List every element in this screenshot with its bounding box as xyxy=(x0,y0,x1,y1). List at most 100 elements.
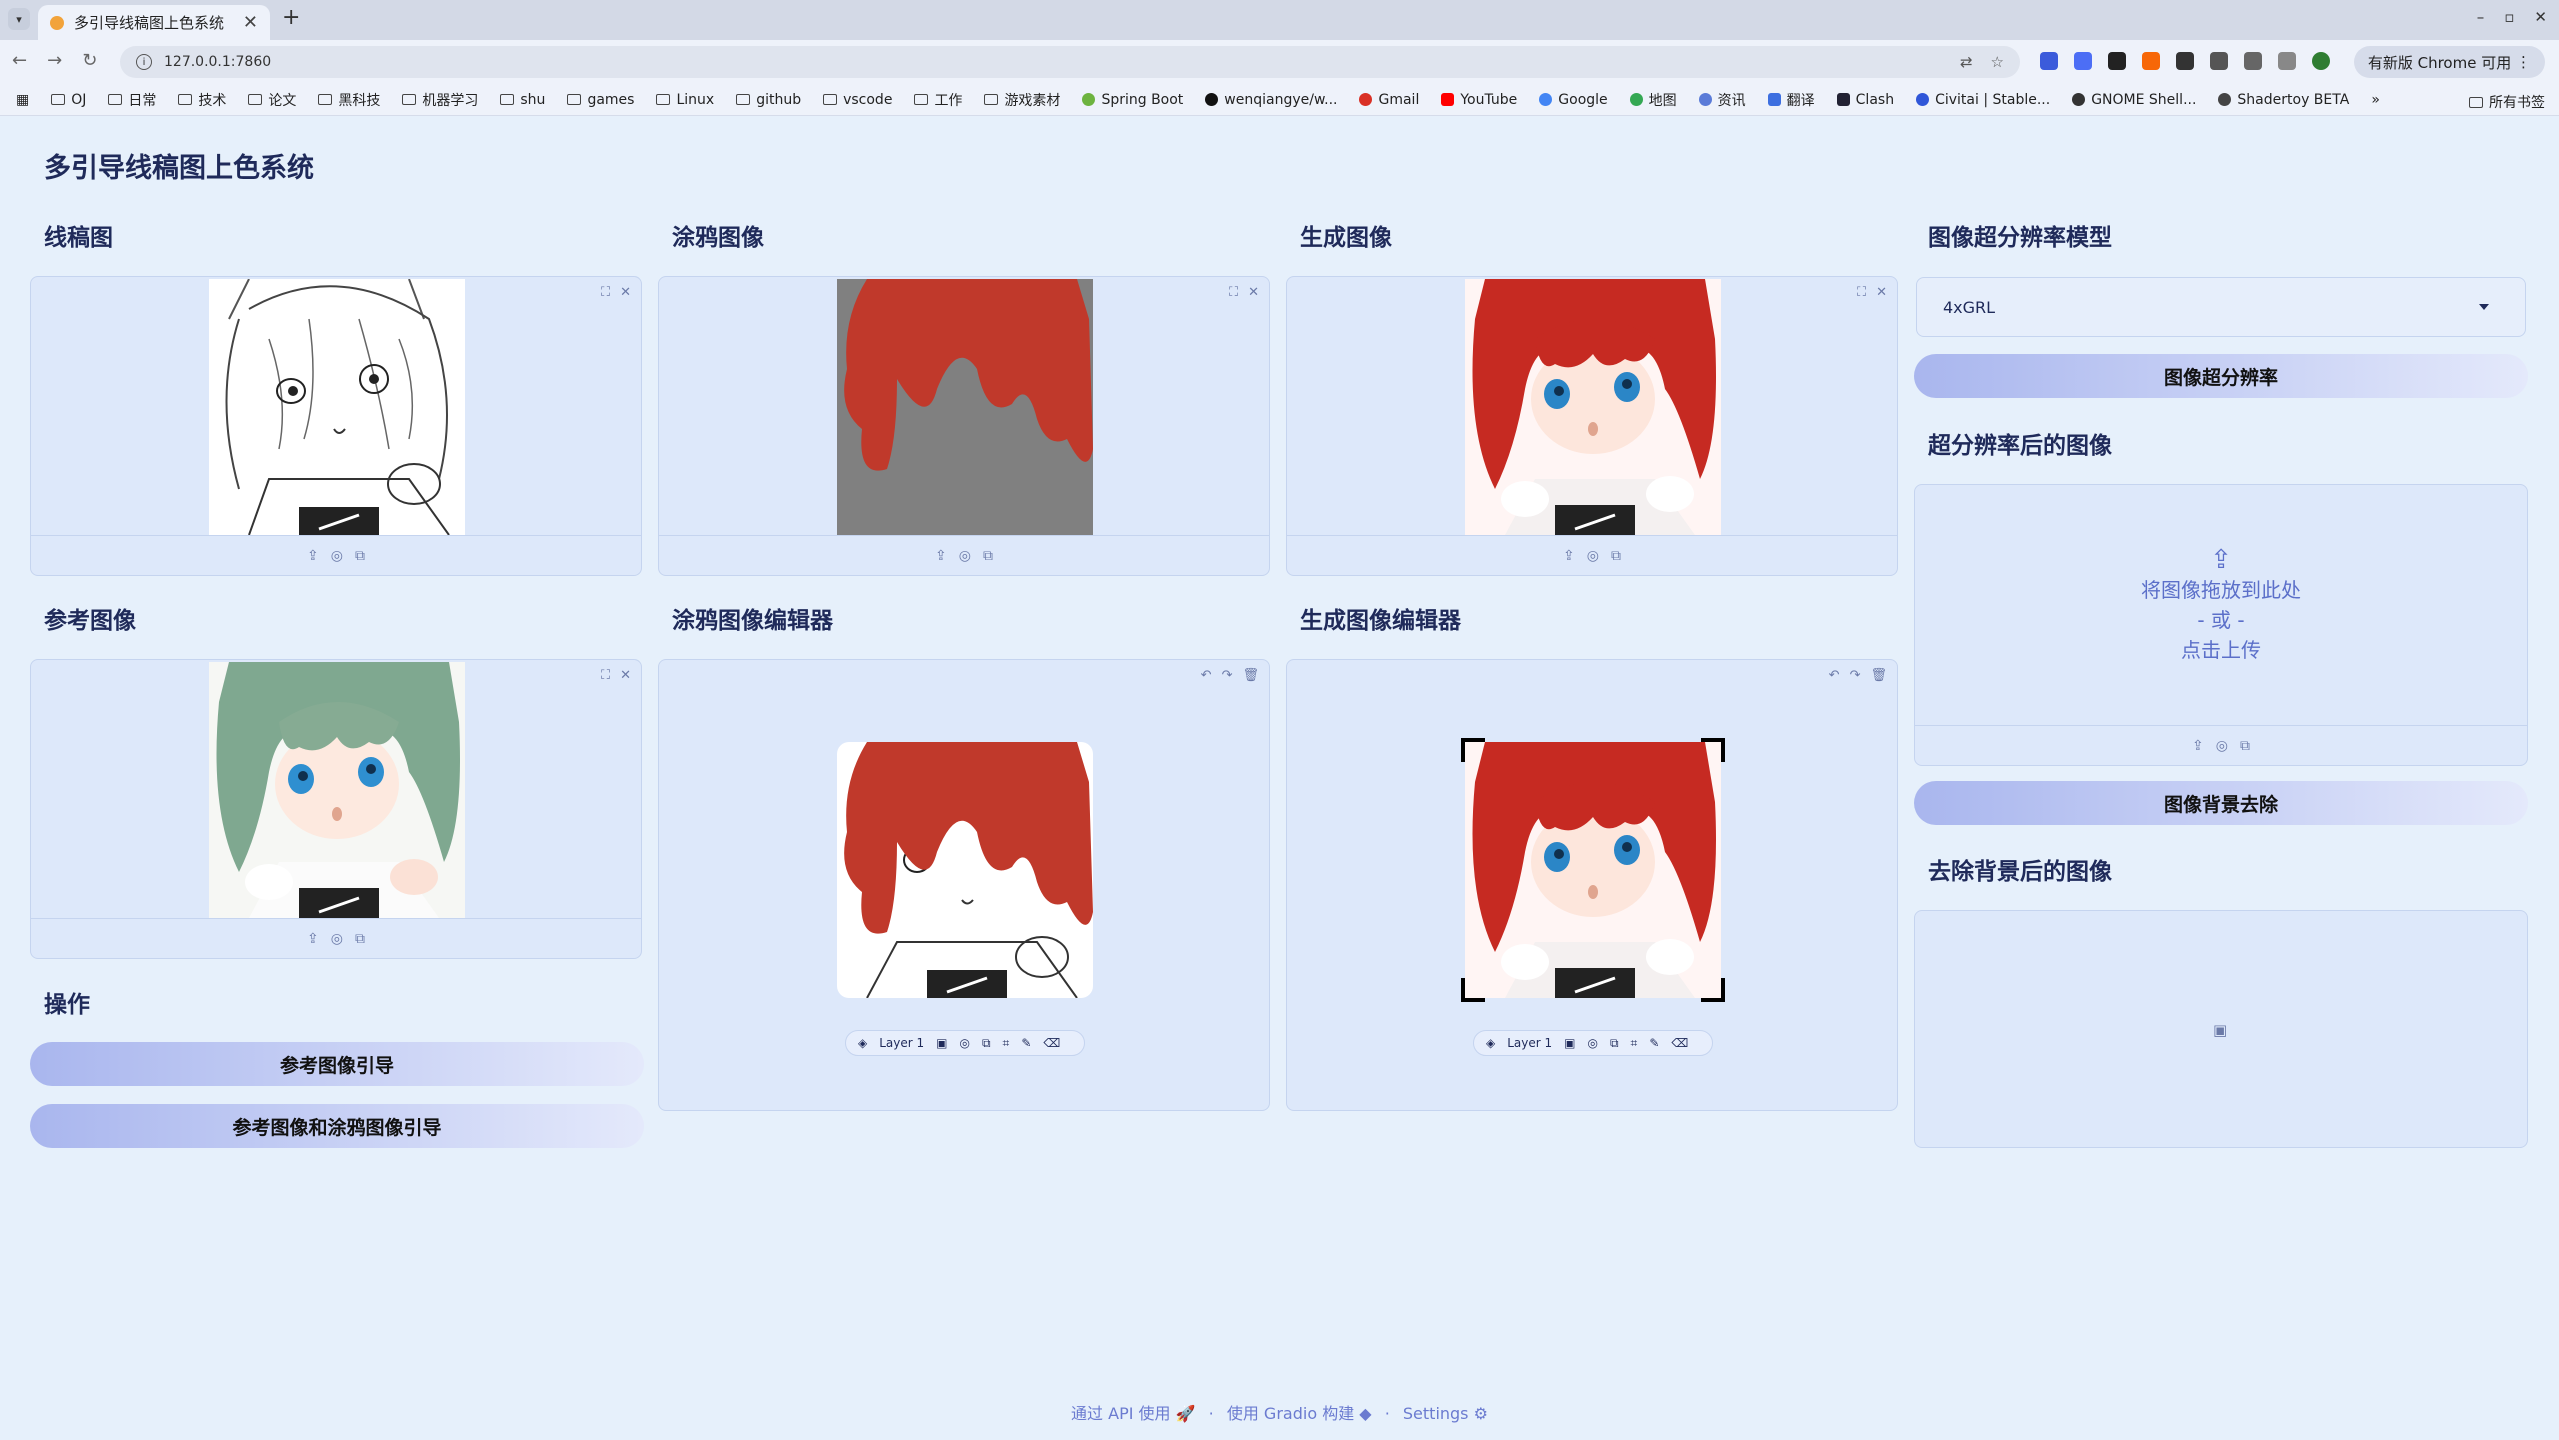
fullscreen-icon[interactable]: ⛶ xyxy=(1229,285,1238,300)
layers-icon[interactable]: ◈ xyxy=(858,1036,867,1050)
redo-icon[interactable]: ↷ xyxy=(1850,668,1861,683)
trash-icon[interactable]: 🗑 xyxy=(1870,668,1887,683)
bookmark-link[interactable]: Civitai | Stable... xyxy=(1916,92,2050,108)
webcam-icon[interactable]: ◎ xyxy=(959,548,971,564)
gradio-link[interactable]: 使用 Gradio 构建 xyxy=(1227,1404,1354,1423)
all-bookmarks[interactable]: 所有书签 xyxy=(2469,92,2545,112)
bookmark-link[interactable]: GNOME Shell... xyxy=(2072,92,2196,108)
crop-handle[interactable] xyxy=(1701,978,1725,1002)
reference-scribble-guide-button[interactable]: 参考图像和涂鸦图像引导 xyxy=(30,1104,644,1148)
browser-tab[interactable]: 多引导线稿图上色系统 ✕ xyxy=(38,5,270,40)
layers-icon[interactable]: ◈ xyxy=(1486,1036,1495,1050)
extension-icon[interactable] xyxy=(2040,52,2058,70)
fullscreen-icon[interactable]: ⛶ xyxy=(601,668,610,683)
clipboard-icon[interactable]: ⧉ xyxy=(355,931,365,947)
clear-icon[interactable]: ✕ xyxy=(620,668,631,683)
bookmark-link[interactable]: 翻译 xyxy=(1767,90,1815,110)
bookmark-link[interactable]: 资讯 xyxy=(1698,90,1746,110)
tab-search-icon[interactable]: ▾ xyxy=(8,8,30,30)
extension-icon[interactable] xyxy=(2142,52,2160,70)
redo-icon[interactable]: ↷ xyxy=(1222,668,1233,683)
bookmark-folder[interactable]: 日常 xyxy=(108,90,156,110)
bookmark-folder[interactable]: 机器学习 xyxy=(402,90,478,110)
bookmark-link[interactable]: Gmail xyxy=(1359,92,1419,108)
upload-icon[interactable]: ⇪ xyxy=(307,931,319,947)
crop-icon[interactable]: ⌗ xyxy=(1631,1036,1638,1051)
bookmark-link[interactable]: Clash xyxy=(1836,92,1894,108)
profile-avatar[interactable] xyxy=(2312,52,2330,70)
upload-dropzone[interactable]: ⇪ 将图像拖放到此处 - 或 - 点击上传 xyxy=(1915,545,2527,665)
brush-icon[interactable]: ✎ xyxy=(1649,1036,1659,1050)
upload-icon[interactable]: ⇪ xyxy=(935,548,947,564)
clear-icon[interactable]: ✕ xyxy=(1876,285,1887,300)
clipboard-icon[interactable]: ⧉ xyxy=(355,548,365,564)
extension-icon[interactable] xyxy=(2074,52,2092,70)
webcam-icon[interactable]: ◎ xyxy=(331,931,343,947)
forward-icon[interactable]: → xyxy=(47,50,62,71)
bookmark-link[interactable]: wenqiangye/w... xyxy=(1205,92,1337,108)
bookmark-link[interactable]: Google xyxy=(1539,92,1608,108)
minimize-icon[interactable]: – xyxy=(2477,8,2485,26)
bookmark-folder[interactable]: vscode xyxy=(823,92,892,108)
bookmark-link[interactable]: Shadertoy BETA xyxy=(2218,92,2349,108)
webcam-icon[interactable]: ◎ xyxy=(331,548,343,564)
webcam-icon[interactable]: ◎ xyxy=(2216,738,2228,754)
api-link[interactable]: 通过 API 使用 xyxy=(1071,1404,1171,1423)
bookmark-folder[interactable]: 黑科技 xyxy=(318,90,380,110)
reading-list-icon[interactable] xyxy=(2278,52,2296,70)
crop-icon[interactable]: ⌗ xyxy=(1003,1036,1010,1051)
bookmark-folder[interactable]: 论文 xyxy=(248,90,296,110)
extension-icon[interactable] xyxy=(2108,52,2126,70)
clipboard-icon[interactable]: ⧉ xyxy=(982,1036,991,1051)
brush-icon[interactable]: ✎ xyxy=(1021,1036,1031,1050)
bookmark-folder[interactable]: 工作 xyxy=(914,90,962,110)
trash-icon[interactable]: 🗑 xyxy=(1242,668,1259,683)
fullscreen-icon[interactable]: ⛶ xyxy=(601,285,610,300)
clipboard-icon[interactable]: ⧉ xyxy=(983,548,993,564)
bookmark-folder[interactable]: games xyxy=(567,92,634,108)
address-bar[interactable]: i 127.0.0.1:7860 ⇄ ☆ xyxy=(120,46,2020,78)
clipboard-icon[interactable]: ⧉ xyxy=(1610,1036,1619,1051)
clipboard-icon[interactable]: ⧉ xyxy=(1611,548,1621,564)
layer-name[interactable]: Layer 1 xyxy=(1507,1036,1552,1050)
webcam-icon[interactable]: ◎ xyxy=(959,1036,969,1050)
super-resolution-button[interactable]: 图像超分辨率 xyxy=(1914,354,2528,398)
background-removal-button[interactable]: 图像背景去除 xyxy=(1914,781,2528,825)
bookmark-star-icon[interactable]: ☆ xyxy=(1991,53,2004,71)
generated-canvas[interactable] xyxy=(1465,742,1721,998)
image-icon[interactable]: ▣ xyxy=(1564,1036,1575,1050)
webcam-icon[interactable]: ◎ xyxy=(1587,1036,1597,1050)
webcam-icon[interactable]: ◎ xyxy=(1587,548,1599,564)
clipboard-icon[interactable]: ⧉ xyxy=(2240,738,2250,754)
sr-model-dropdown[interactable]: 4xGRL xyxy=(1916,277,2526,337)
clear-icon[interactable]: ✕ xyxy=(1248,285,1259,300)
undo-icon[interactable]: ↶ xyxy=(1201,668,1212,683)
bookmark-folder[interactable]: shu xyxy=(500,92,545,108)
close-tab-icon[interactable]: ✕ xyxy=(243,12,258,33)
bookmark-folder[interactable]: Linux xyxy=(656,92,714,108)
back-icon[interactable]: ← xyxy=(12,50,27,71)
fullscreen-icon[interactable]: ⛶ xyxy=(1857,285,1866,300)
bookmark-folder[interactable]: github xyxy=(736,92,801,108)
maximize-icon[interactable]: ▫ xyxy=(2504,8,2514,26)
extension-icon[interactable] xyxy=(2176,52,2194,70)
layer-name[interactable]: Layer 1 xyxy=(879,1036,924,1050)
apps-icon[interactable]: ▦ xyxy=(16,92,29,108)
upload-icon[interactable]: ⇪ xyxy=(2192,738,2204,754)
reload-icon[interactable]: ↻ xyxy=(82,50,97,71)
bookmark-link[interactable]: 地图 xyxy=(1629,90,1677,110)
crop-handle[interactable] xyxy=(1701,738,1725,762)
image-icon[interactable]: ▣ xyxy=(936,1036,947,1050)
bookmark-link[interactable]: YouTube xyxy=(1441,92,1517,108)
translate-icon[interactable]: ⇄ xyxy=(1960,53,1973,71)
reference-guide-button[interactable]: 参考图像引导 xyxy=(30,1042,644,1086)
undo-icon[interactable]: ↶ xyxy=(1829,668,1840,683)
bookmark-folder[interactable]: 游戏素材 xyxy=(984,90,1060,110)
clear-icon[interactable]: ✕ xyxy=(620,285,631,300)
scribble-canvas[interactable] xyxy=(837,742,1093,998)
crop-handle[interactable] xyxy=(1461,978,1485,1002)
update-chrome-button[interactable]: 有新版 Chrome 可用 ⋮ xyxy=(2353,46,2545,78)
close-window-icon[interactable]: ✕ xyxy=(2534,8,2547,26)
upload-icon[interactable]: ⇪ xyxy=(307,548,319,564)
crop-handle[interactable] xyxy=(1461,738,1485,762)
